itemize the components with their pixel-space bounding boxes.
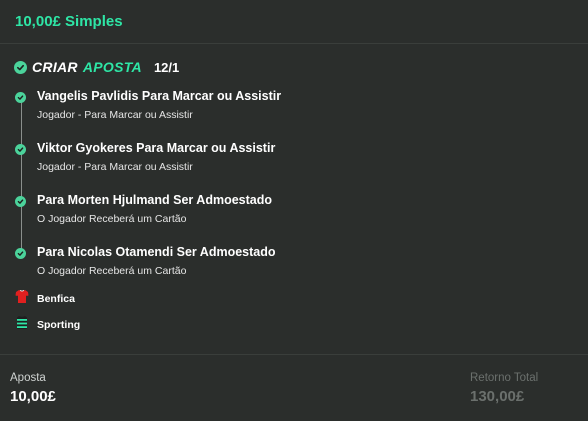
check-icon — [15, 248, 26, 259]
check-icon — [15, 196, 26, 207]
stake-value: 10,00£ — [10, 388, 56, 405]
stake-label: Aposta — [10, 372, 46, 384]
selection-market: Jogador - Para Marcar ou Assistir — [37, 161, 193, 173]
total-return-label: Retorno Total — [470, 372, 539, 384]
bet-slip: 10,00£ Simples CRIAR APOSTA 12/1 Vangeli… — [0, 0, 588, 421]
bet-builder-label: CRIAR — [32, 59, 78, 75]
check-icon — [15, 144, 26, 155]
check-icon — [14, 60, 27, 74]
odds-value: 12/1 — [153, 59, 180, 75]
team-name: Sporting — [37, 319, 81, 331]
selection-market: O Jogador Receberá um Cartão — [37, 265, 187, 277]
selection-market: O Jogador Receberá um Cartão — [37, 213, 187, 225]
check-icon — [15, 92, 26, 103]
selection-title: Para Morten Hjulmand Ser Admoestado — [37, 193, 272, 207]
timeline-line — [21, 94, 22, 254]
bet-builder-label-accent: APOSTA — [82, 59, 142, 75]
selection-title: Vangelis Pavlidis Para Marcar ou Assisti… — [37, 89, 282, 103]
selection-market: Jogador - Para Marcar ou Assistir — [37, 109, 193, 121]
bet-slip-title: 10,00£ Simples — [15, 13, 123, 30]
team-sporting: Sporting — [15, 315, 81, 335]
total-return-value: 130,00£ — [470, 388, 525, 405]
team-benfica: Benfica — [15, 289, 75, 309]
selection-title: Para Nicolas Otamendi Ser Admoestado — [37, 245, 276, 259]
bet-slip-footer: Aposta 10,00£ Retorno Total 130,00£ — [0, 354, 588, 421]
striped-shirt-icon — [15, 315, 29, 335]
selection-title: Viktor Gyokeres Para Marcar ou Assistir — [37, 141, 276, 155]
bet-builder-header: CRIAR APOSTA 12/1 — [14, 58, 179, 76]
team-name: Benfica — [37, 293, 75, 305]
bet-slip-header: 10,00£ Simples — [0, 0, 588, 44]
red-shirt-icon — [15, 289, 29, 309]
